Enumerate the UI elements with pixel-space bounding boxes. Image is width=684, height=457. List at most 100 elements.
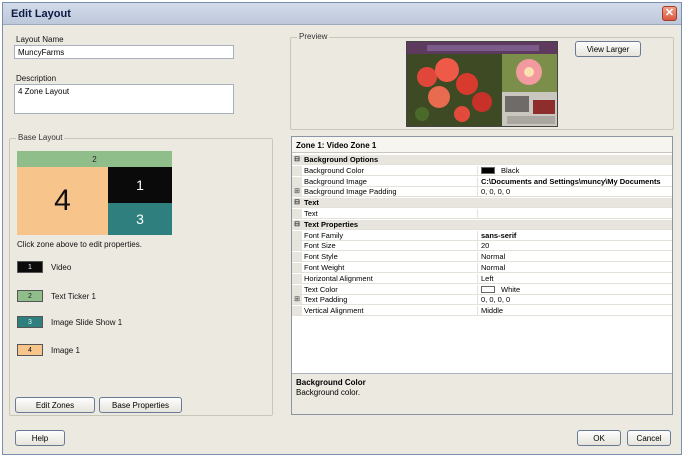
row-gutter: [292, 252, 302, 262]
row-gutter: [292, 241, 302, 251]
property-row[interactable]: Font Size 20: [292, 241, 672, 252]
legend-label-video: Video: [51, 263, 72, 272]
row-gutter: [292, 284, 302, 294]
property-category[interactable]: ⊟ Background Options: [292, 155, 672, 165]
row-gutter: [292, 165, 302, 175]
zone-hint: Click zone above to edit properties.: [17, 240, 142, 249]
property-name: Horizontal Alignment: [302, 273, 478, 283]
window-title: Edit Layout: [11, 8, 71, 20]
ok-button[interactable]: OK: [577, 430, 621, 446]
legend-label-ticker: Text Ticker 1: [51, 292, 96, 301]
zone-4[interactable]: 4: [17, 167, 108, 235]
property-value-text: Black: [501, 165, 520, 175]
zone-2[interactable]: 2: [17, 151, 172, 167]
help-button[interactable]: Help: [15, 430, 65, 446]
property-row[interactable]: Text: [292, 209, 672, 219]
property-value[interactable]: 20: [478, 241, 672, 250]
property-value[interactable]: White: [478, 285, 672, 294]
expand-toggle-icon[interactable]: ⊞: [292, 187, 302, 197]
property-row[interactable]: ⊞ Background Image Padding 0, 0, 0, 0: [292, 187, 672, 198]
base-properties-button[interactable]: Base Properties: [99, 397, 182, 413]
property-name: Text: [302, 209, 478, 218]
preview-title: Preview: [297, 32, 330, 41]
property-name: Text Properties: [304, 219, 359, 229]
property-name: Font Family: [302, 230, 478, 240]
close-icon[interactable]: ✕: [662, 6, 677, 21]
description-label: Description: [16, 74, 57, 83]
property-value[interactable]: 0, 0, 0, 0: [478, 295, 672, 304]
property-name: Text Color: [302, 284, 478, 294]
preview-thumbnail: [407, 42, 557, 126]
property-name: Background Image Padding: [302, 187, 478, 197]
property-name: Background Color: [302, 165, 478, 175]
legend-swatch-video: 1: [17, 261, 43, 273]
property-row[interactable]: Vertical Alignment Middle: [292, 306, 672, 317]
base-layout-title: Base Layout: [16, 133, 65, 142]
property-value-text: Middle: [481, 306, 504, 316]
property-value[interactable]: Left: [478, 274, 672, 283]
expand-toggle-icon[interactable]: ⊟: [292, 198, 302, 208]
property-value-text: sans-serif: [481, 230, 517, 240]
property-value[interactable]: Normal: [478, 263, 672, 272]
property-name: Background Options: [304, 155, 379, 164]
property-value[interactable]: C:\Documents and Settings\muncy\My Docum…: [478, 177, 672, 186]
property-name: Font Weight: [302, 263, 478, 272]
property-description-text: Background color.: [296, 388, 361, 397]
property-row[interactable]: Background Color Black: [292, 165, 672, 176]
property-name: Background Image: [302, 176, 478, 186]
property-value[interactable]: Middle: [478, 306, 672, 315]
property-row[interactable]: Background Image C:\Documents and Setting…: [292, 176, 672, 187]
title-bar[interactable]: Edit Layout ✕: [3, 3, 681, 25]
view-larger-button[interactable]: View Larger: [575, 41, 641, 57]
property-name: Font Size: [302, 241, 478, 251]
property-grid: Zone 1: Video Zone 1 ⊟ Background Options…: [291, 136, 673, 415]
property-value-text: White: [501, 284, 521, 294]
property-value[interactable]: sans-serif: [478, 231, 672, 240]
zone-3[interactable]: 3: [108, 203, 172, 235]
row-gutter: [292, 306, 302, 316]
edit-zones-button[interactable]: Edit Zones: [15, 397, 95, 413]
property-grid-header: Zone 1: Video Zone 1: [292, 137, 672, 153]
property-value-text: Normal: [481, 252, 506, 262]
property-name: Vertical Alignment: [302, 306, 478, 316]
property-row[interactable]: Font Family sans-serif: [292, 230, 672, 241]
property-value-text: Normal: [481, 263, 506, 272]
legend-swatch-slideshow: 3: [17, 316, 43, 328]
color-swatch: [481, 285, 495, 293]
legend-label-image: Image 1: [51, 346, 80, 355]
row-gutter: [292, 273, 302, 283]
property-description: Background Color Background color.: [292, 373, 672, 414]
property-value[interactable]: Normal: [478, 252, 672, 261]
property-name: Font Style: [302, 252, 478, 262]
preview-image: [406, 41, 558, 127]
cancel-button[interactable]: Cancel: [627, 430, 671, 446]
layout-name-input[interactable]: MuncyFarms: [14, 45, 234, 59]
legend-swatch-image: 4: [17, 344, 43, 356]
property-value-text: C:\Documents and Settings\muncy\My Docum…: [481, 176, 661, 186]
zone-1[interactable]: 1: [108, 167, 172, 203]
row-gutter: [292, 230, 302, 240]
row-gutter: [292, 263, 302, 272]
property-row[interactable]: ⊞ Text Padding 0, 0, 0, 0: [292, 295, 672, 306]
property-category[interactable]: ⊟ Text Properties: [292, 219, 672, 230]
property-value-text: 20: [481, 241, 490, 251]
expand-toggle-icon[interactable]: ⊞: [292, 295, 302, 305]
property-name: Text Padding: [302, 295, 478, 305]
property-category[interactable]: ⊟ Text: [292, 198, 672, 209]
row-gutter: [292, 209, 302, 218]
property-value[interactable]: 0, 0, 0, 0: [478, 187, 672, 196]
property-description-title: Background Color: [296, 378, 366, 387]
property-row[interactable]: Text Color White: [292, 284, 672, 295]
property-row[interactable]: Horizontal Alignment Left: [292, 273, 672, 284]
color-swatch: [481, 166, 495, 174]
description-input[interactable]: 4 Zone Layout: [14, 84, 234, 114]
property-row[interactable]: Font Style Normal: [292, 252, 672, 263]
legend-label-slideshow: Image Slide Show 1: [51, 318, 123, 327]
property-value[interactable]: Black: [478, 166, 672, 175]
expand-toggle-icon[interactable]: ⊟: [292, 219, 302, 229]
legend-swatch-ticker: 2: [17, 290, 43, 302]
property-row[interactable]: Font Weight Normal: [292, 263, 672, 273]
property-value[interactable]: [478, 209, 672, 218]
expand-toggle-icon[interactable]: ⊟: [292, 155, 302, 164]
layout-name-label: Layout Name: [16, 35, 64, 44]
